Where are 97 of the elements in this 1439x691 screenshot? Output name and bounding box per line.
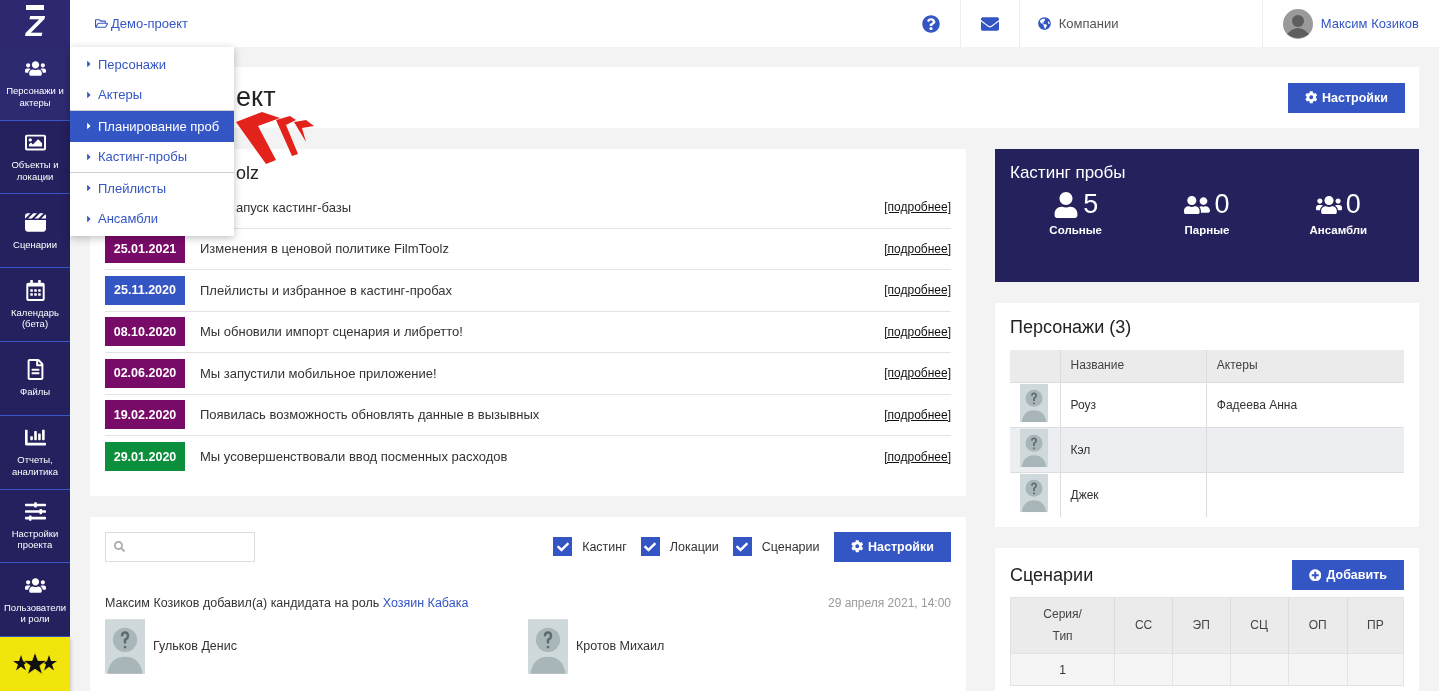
avatar-placeholder-icon bbox=[105, 617, 145, 675]
settings-button[interactable]: Настройки bbox=[833, 531, 951, 562]
search-icon bbox=[114, 541, 125, 552]
menu-item[interactable]: Плейлисты bbox=[70, 173, 234, 204]
table-cell[interactable]: Джек bbox=[1060, 472, 1207, 518]
favorites-button[interactable] bbox=[0, 637, 70, 691]
column-header: Актеры bbox=[1206, 350, 1404, 383]
stat-count: 0 bbox=[1214, 189, 1230, 220]
more-link[interactable]: [подробнее] bbox=[884, 241, 951, 256]
card-title: Сценарии bbox=[1010, 564, 1094, 586]
sliders-icon bbox=[24, 501, 46, 523]
stars-icon bbox=[12, 651, 58, 678]
column-header: СС bbox=[1114, 597, 1173, 654]
more-link[interactable]: [подробнее] bbox=[884, 200, 951, 215]
more-link[interactable]: [подробнее] bbox=[884, 407, 951, 422]
news-text: Мы обновили импорт сценария и либретто! bbox=[200, 324, 463, 340]
globe-icon bbox=[1037, 17, 1051, 30]
avatar-placeholder-icon bbox=[528, 617, 568, 675]
plus-icon bbox=[1308, 568, 1322, 582]
film-icon bbox=[24, 211, 46, 233]
more-link[interactable]: [подробнее] bbox=[884, 449, 951, 464]
avatar-placeholder-icon bbox=[1020, 383, 1048, 424]
menu-item[interactable]: Актеры bbox=[70, 79, 234, 110]
card-title: Кастинг пробы bbox=[1010, 163, 1127, 183]
companies-menu[interactable]: Компании bbox=[1058, 16, 1119, 31]
avatar-placeholder-icon bbox=[1020, 473, 1048, 514]
avatar-placeholder-icon bbox=[1020, 428, 1048, 469]
date-badge: 19.02.2020 bbox=[105, 400, 185, 430]
check-icon bbox=[736, 540, 749, 553]
checkbox-label: Локации bbox=[669, 539, 719, 554]
date-badge: 02.06.2020 bbox=[105, 358, 185, 388]
checkbox[interactable] bbox=[732, 537, 752, 556]
column-header: ЭП bbox=[1172, 597, 1230, 654]
candidate-name: Гульков Денис bbox=[153, 639, 237, 653]
person-icon bbox=[1053, 191, 1080, 218]
stat-count: 0 bbox=[1345, 189, 1361, 220]
news-text: Изменения в ценовой политике FilmToolz bbox=[200, 241, 449, 257]
table-cell: Фадеева Анна bbox=[1206, 382, 1404, 428]
settings-icon bbox=[850, 540, 864, 553]
stat-label: Ансамбли bbox=[1309, 224, 1368, 236]
card-title: Персонажи (3) bbox=[1010, 317, 1133, 338]
candidate-name: Кротов Михаил bbox=[576, 639, 665, 653]
column-header: СЦ bbox=[1230, 597, 1289, 654]
user-avatar[interactable] bbox=[1282, 8, 1313, 39]
more-link[interactable]: [подробнее] bbox=[884, 324, 951, 339]
date-badge: 25.01.2021 bbox=[105, 234, 185, 264]
sidebar-item[interactable]: Настройки проекта bbox=[0, 489, 70, 564]
folder-icon bbox=[95, 17, 108, 30]
table-cell: 1 bbox=[1010, 653, 1115, 686]
news-text: апуск кастинг-базы bbox=[236, 199, 352, 215]
checkbox[interactable] bbox=[553, 537, 573, 556]
project-link[interactable]: Демо-проект bbox=[95, 16, 189, 31]
help-icon[interactable] bbox=[921, 14, 940, 33]
timestamp: 29 апреля 2021, 14:00 bbox=[827, 595, 951, 610]
column-header: Название bbox=[1060, 350, 1207, 383]
table-cell[interactable]: Роуз bbox=[1060, 382, 1207, 428]
add-button[interactable]: Добавить bbox=[1291, 560, 1404, 591]
calendar-icon bbox=[24, 279, 46, 301]
role-link[interactable]: Хозяин Кабака bbox=[382, 595, 469, 610]
user-name-link[interactable]: Максим Козиков bbox=[1320, 16, 1419, 31]
date-badge: 25.11.2020 bbox=[105, 275, 185, 305]
stat-label: Парные bbox=[1184, 224, 1230, 236]
news-text: Появилась возможность обновлять данные в вызывных bbox=[200, 407, 540, 423]
column-header: Серия/ Тип bbox=[1010, 597, 1115, 654]
news-text: Мы усовершенствовали ввод посменных расходов bbox=[200, 449, 508, 465]
news-text: Плейлисты и избранное в кастинг-пробах bbox=[200, 282, 453, 298]
checkbox[interactable] bbox=[640, 537, 660, 556]
checkbox-label: Кастинг bbox=[582, 539, 627, 554]
menu-item[interactable]: Персонажи bbox=[70, 49, 234, 80]
search-field[interactable] bbox=[105, 531, 255, 562]
check-icon bbox=[556, 540, 569, 553]
column-header: ОП bbox=[1288, 597, 1348, 654]
card-title: olz bbox=[236, 163, 259, 185]
menu-item[interactable]: Ансамбли bbox=[70, 203, 234, 234]
settings-icon bbox=[1304, 91, 1318, 104]
sidebar-item[interactable]: Файлы bbox=[0, 342, 70, 416]
stat-label: Сольные bbox=[1049, 224, 1102, 236]
activity-text: Максим Козиков добавил(а) кандидата на роль Хозяин Кабака bbox=[105, 595, 469, 610]
check-icon bbox=[644, 540, 657, 553]
checkbox-label: Сценарии bbox=[761, 539, 820, 554]
date-badge: 08.10.2020 bbox=[105, 317, 185, 347]
settings-button[interactable]: Настройки bbox=[1287, 82, 1405, 113]
sidebar-item[interactable]: Отчеты, аналитика bbox=[0, 415, 70, 490]
page-title: ект bbox=[236, 82, 276, 113]
sidebar-item[interactable]: Персонажи и актеры bbox=[0, 46, 70, 121]
stat-count: 5 bbox=[1083, 189, 1099, 220]
more-link[interactable]: [подробнее] bbox=[884, 283, 951, 298]
table-cell[interactable]: Кэл bbox=[1060, 427, 1207, 473]
sidebar-item[interactable]: Сценарии bbox=[0, 194, 70, 269]
menu-item[interactable]: Планирование проб bbox=[70, 111, 234, 142]
news-text: Мы запустили мобильное приложение! bbox=[200, 365, 437, 381]
sidebar-item[interactable]: Календарь (бета) bbox=[0, 268, 70, 342]
more-link[interactable]: [подробнее] bbox=[884, 366, 951, 381]
date-badge: 29.01.2020 bbox=[105, 442, 185, 472]
mail-icon[interactable] bbox=[980, 14, 999, 33]
column-header: ПР bbox=[1347, 597, 1404, 654]
menu-item[interactable]: Кастинг-пробы bbox=[70, 141, 234, 172]
